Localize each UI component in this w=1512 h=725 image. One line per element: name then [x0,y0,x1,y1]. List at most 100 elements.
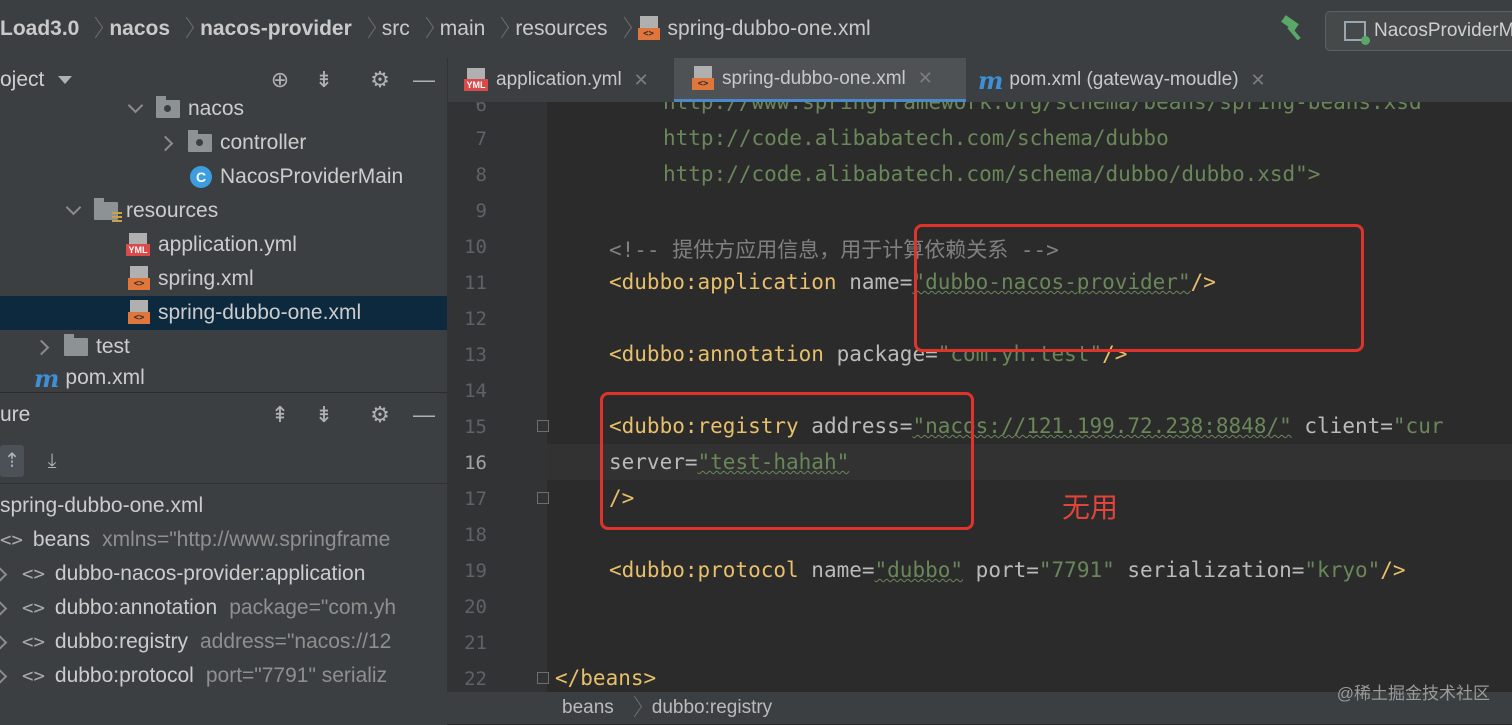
tree-item-test[interactable]: test [0,330,447,364]
build-hammer-icon[interactable] [1278,14,1308,44]
maven-icon: m [978,65,1004,95]
breadcrumb-item-main[interactable]: main [440,17,486,41]
line-number: 9 [475,200,487,222]
collapse-all-icon[interactable]: ⇟ [309,400,339,430]
fold-marker-icon[interactable] [537,492,549,504]
tag-icon: <> [22,631,45,653]
structure-row-application[interactable]: <> dubbo-nacos-provider:application [0,557,447,591]
close-icon[interactable]: ✕ [918,68,933,89]
tree-item-nacosprovidermain[interactable]: C NacosProviderMain [0,160,447,194]
structure-row-protocol[interactable]: <> dubbo:protocol port="7791" serializ [0,659,447,693]
fold-marker-icon[interactable] [537,672,549,684]
breadcrumb-item-module[interactable]: nacos-provider [200,17,352,41]
close-icon[interactable]: ✕ [1251,70,1266,91]
minimize-icon[interactable]: — [409,400,439,430]
line-number: 8 [475,164,487,186]
chevron-right-icon[interactable] [0,635,8,649]
gear-icon[interactable]: ⚙ [365,65,395,95]
resources-folder-icon [94,198,122,222]
navigate-up-icon[interactable]: ⇡ [0,445,24,477]
structure-panel-toolbar: ⇞ ⇟ ⚙ — [251,393,447,437]
breadcrumb-item-project[interactable]: Load3.0 [0,17,79,41]
tree-item-label: spring.xml [158,267,254,290]
chevron-right-icon[interactable] [0,669,8,683]
watermark: @稀土掘金技术社区 [1336,684,1490,703]
code-editor[interactable]: 6 7 8 9 10 11 12 13 14 15 16 17 18 19 20… [447,102,1512,692]
tag-icon: <> [22,665,45,687]
tree-item-controller[interactable]: controller [0,126,447,160]
breadcrumb-item-src[interactable]: src [382,17,410,41]
yml-file-icon: YML [126,233,150,257]
structure-row-attr: address="nacos://12 [199,630,392,653]
line-number: 14 [464,380,487,402]
structure-row-annotation[interactable]: <> dubbo:annotation package="com.yh [0,591,447,625]
footer-crumb-registry[interactable]: dubbo:registry [652,697,772,719]
collapse-all-icon[interactable]: ⇟ [309,65,339,95]
package-folder-icon [188,130,212,152]
close-icon[interactable]: ✕ [634,70,649,91]
run-configuration-label: NacosProviderM [1374,20,1512,41]
dropdown-arrow-icon [58,76,73,84]
code-line-8: http://code.alibabatech.com/schema/dubbo… [663,162,1321,186]
structure-row-label: dubbo-nacos-provider:application [54,562,366,585]
class-icon: C [190,166,212,188]
structure-row-attr: xmlns="http://www.springframe [102,528,391,551]
xml-file-icon: <> [128,300,150,326]
structure-file-row[interactable]: spring-dubbo-one.xml [0,489,447,523]
tag-icon: <> [0,529,23,551]
tab-pom-xml[interactable]: m pom.xml (gateway-moudle) ✕ [978,58,1308,102]
structure-row-beans[interactable]: <> beans xmlns="http://www.springframe [0,523,447,557]
structure-row-attr: port="7791" serializ [205,664,388,687]
breadcrumb-item-nacos[interactable]: nacos [109,17,170,41]
project-view-selector[interactable]: oject [0,68,73,92]
tree-item-pom-xml[interactable]: m pom.xml [0,364,447,392]
chevron-down-icon[interactable] [66,204,80,218]
highlight-box-application [914,224,1364,352]
tree-item-nacos[interactable]: nacos [0,92,447,126]
chevron-right-icon[interactable] [0,567,8,581]
minimize-icon[interactable]: — [409,65,439,95]
code-line-22: </beans> [555,666,657,690]
yml-file-icon: YML [464,68,488,92]
chevron-right-icon[interactable] [160,136,174,150]
expand-all-icon[interactable]: ⇞ [265,400,295,430]
locate-target-icon[interactable]: ⊕ [265,65,295,95]
chevron-right-icon[interactable] [0,601,8,615]
maven-icon: m [34,364,60,392]
run-configuration-select[interactable]: NacosProviderM [1325,11,1512,51]
fold-marker-icon[interactable] [537,420,549,432]
tab-application-yml[interactable]: YML application.yml ✕ [448,58,674,102]
breadcrumb-item-file[interactable]: <> spring-dubbo-one.xml [637,16,871,42]
chevron-down-icon[interactable] [128,102,142,116]
gear-icon[interactable]: ⚙ [365,400,395,430]
chevron-right-icon [362,18,372,40]
tab-spring-dubbo-one-xml[interactable]: <> spring-dubbo-one.xml ✕ [674,58,966,102]
navigate-down-icon[interactable]: ⤓ [40,445,64,477]
line-number: 13 [464,344,487,366]
line-number: 15 [464,416,487,438]
tree-item-spring-xml[interactable]: <> spring.xml [0,262,447,296]
line-number: 19 [464,560,487,582]
xml-file-icon: <> [128,266,150,292]
highlight-box-registry [600,392,974,530]
tree-item-label: resources [126,199,219,222]
tab-label: application.yml [496,69,622,90]
footer-crumb-beans[interactable]: beans [562,697,614,719]
breadcrumb-item-resources[interactable]: resources [515,17,607,41]
structure-row-attr: package="com.yh [229,596,397,619]
chevron-right-icon[interactable] [36,340,50,354]
breadcrumb-file-label: spring-dubbo-one.xml [667,17,871,40]
line-number: 7 [475,128,487,150]
structure-row-registry[interactable]: <> dubbo:registry address="nacos://12 [0,625,447,659]
tree-item-spring-dubbo-one-xml[interactable]: <> spring-dubbo-one.xml [0,296,447,330]
xml-file-icon: <> [637,16,660,42]
tree-item-resources[interactable]: resources [0,194,447,228]
project-tool-window: oject ⊕ ⇟ ⚙ — nacos controller C NacosPr… [0,58,447,392]
structure-row-label: beans [32,528,91,551]
tab-label: spring-dubbo-one.xml [722,67,906,89]
chevron-right-icon [495,18,505,40]
tree-item-application-yml[interactable]: YML application.yml [0,228,447,262]
line-number: 18 [464,524,487,546]
chevron-right-icon [89,18,99,40]
package-folder-icon [156,96,180,118]
